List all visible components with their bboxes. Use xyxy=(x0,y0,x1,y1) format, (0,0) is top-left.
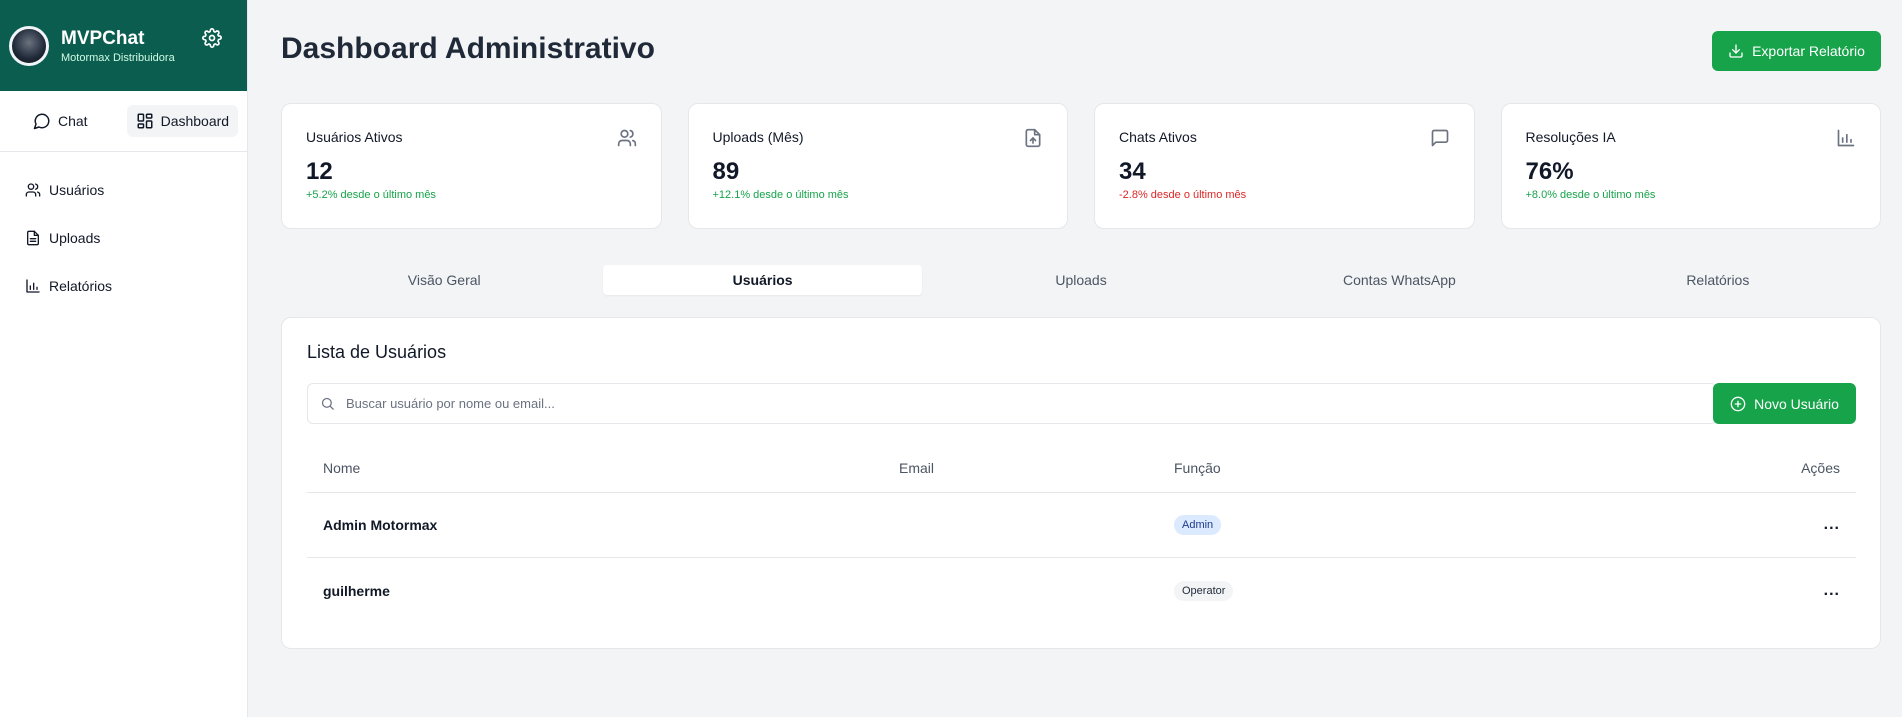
sidebar: MVPChat Motormax Distribuidora Chat Dash… xyxy=(0,0,248,717)
gear-icon xyxy=(202,28,222,48)
sidebar-item-label: Relatórios xyxy=(49,278,113,294)
tab-usuarios[interactable]: Usuários xyxy=(603,265,922,295)
company-name: Motormax Distribuidora xyxy=(61,51,175,64)
users-panel: Lista de Usuários Novo Usuário Nome Emai… xyxy=(281,317,1881,649)
stat-title: Usuários Ativos xyxy=(306,129,403,145)
sidebar-item-label: Usuários xyxy=(49,182,105,198)
table-row[interactable]: guilherme Operator ... xyxy=(307,558,1856,623)
settings-button[interactable] xyxy=(200,26,224,50)
message-square-icon xyxy=(1431,129,1448,147)
sidebar-item-relatorios[interactable]: Relatórios xyxy=(0,262,247,310)
page-title: Dashboard Administrativo xyxy=(281,32,655,65)
tab-visao-geral[interactable]: Visão Geral xyxy=(285,265,603,295)
panel-title: Lista de Usuários xyxy=(307,342,447,362)
stat-value: 76% xyxy=(1525,158,1574,185)
brand-header: MVPChat Motormax Distribuidora xyxy=(0,0,247,91)
search-icon xyxy=(321,397,334,410)
stat-card-active-users: Usuários Ativos 12 +5.2% desde o último … xyxy=(281,103,662,229)
sidebar-item-usuarios[interactable]: Usuários xyxy=(0,166,247,214)
new-user-label: Novo Usuário xyxy=(1754,395,1839,412)
export-report-label: Exportar Relatório xyxy=(1752,43,1865,59)
user-name: Admin Motormax xyxy=(323,517,438,533)
chat-mode-button[interactable]: Chat xyxy=(24,105,97,137)
search-input[interactable] xyxy=(346,396,1686,411)
brand-text: MVPChat Motormax Distribuidora xyxy=(61,28,175,64)
message-circle-icon xyxy=(33,113,50,130)
column-header-actions: Ações xyxy=(1801,459,1840,476)
user-name: guilherme xyxy=(323,582,390,599)
app-title: MVPChat xyxy=(61,27,145,49)
sidebar-item-uploads[interactable]: Uploads xyxy=(0,214,247,262)
table-header: Nome Email Função Ações xyxy=(307,443,1856,493)
column-header-name[interactable]: Nome xyxy=(307,460,899,476)
file-upload-icon xyxy=(1025,128,1041,148)
stat-card-uploads: Uploads (Mês) 89 +12.1% desde o último m… xyxy=(687,103,1068,229)
bar-chart-icon xyxy=(26,279,40,293)
stat-value: 89 xyxy=(712,158,740,185)
role-badge: Admin xyxy=(1174,515,1222,535)
tab-contas-whatsapp[interactable]: Contas WhatsApp xyxy=(1240,265,1558,295)
stat-card-ai-resolutions: Resoluções IA 76% +8.0% desde o último m… xyxy=(1500,103,1881,229)
stat-change: -2.8% desde o último mês xyxy=(1119,189,1247,201)
mode-switcher: Chat Dashboard xyxy=(0,91,247,152)
stat-change: +5.2% desde o último mês xyxy=(306,189,436,201)
users-table: Nome Email Função Ações Admin Motormax A… xyxy=(307,443,1856,623)
column-header-role[interactable]: Função xyxy=(1174,460,1746,476)
dashboard-mode-button[interactable]: Dashboard xyxy=(126,105,239,137)
stat-title: Uploads (Mês) xyxy=(712,129,804,145)
role-badge: Operator xyxy=(1174,580,1234,601)
plus-circle-icon xyxy=(1730,396,1746,411)
new-user-button[interactable]: Novo Usuário xyxy=(1713,383,1856,424)
chat-mode-label: Chat xyxy=(58,113,88,129)
stats-row: Usuários Ativos 12 +5.2% desde o último … xyxy=(281,103,1881,229)
download-icon xyxy=(1729,44,1743,58)
stat-change: +8.0% desde o último mês xyxy=(1525,189,1656,201)
more-actions-button[interactable]: ... xyxy=(1824,582,1840,600)
tab-uploads[interactable]: Uploads xyxy=(922,265,1240,295)
sidebar-item-label: Uploads xyxy=(49,230,101,246)
layout-dashboard-icon xyxy=(137,113,153,129)
tab-relatorios[interactable]: Relatórios xyxy=(1559,265,1877,295)
stat-value: 12 xyxy=(306,158,333,185)
stat-change: +12.1% desde o último mês xyxy=(712,189,849,201)
table-row[interactable]: Admin Motormax Admin ... xyxy=(307,493,1856,558)
dashboard-tabs: Visão Geral Usuários Uploads Contas What… xyxy=(281,262,1881,298)
main-content: Dashboard Administrativo Exportar Relató… xyxy=(249,0,1902,717)
actions-cell: ... xyxy=(1746,516,1856,534)
column-header-email[interactable]: Email xyxy=(899,460,1174,476)
users-icon xyxy=(25,183,41,197)
export-report-button[interactable]: Exportar Relatório xyxy=(1712,31,1881,71)
file-text-icon xyxy=(27,230,39,246)
more-actions-button[interactable]: ... xyxy=(1824,516,1840,534)
role-cell: Admin xyxy=(1174,515,1746,535)
users-icon xyxy=(617,129,636,147)
bar-chart-icon xyxy=(1837,129,1855,147)
stat-card-active-chats: Chats Ativos 34 -2.8% desde o último mês xyxy=(1094,103,1475,229)
role-cell: Operator xyxy=(1174,580,1746,601)
search-box xyxy=(307,383,1717,424)
avatar[interactable] xyxy=(9,25,49,66)
sidebar-nav: Usuários Uploads Relatórios xyxy=(0,152,247,310)
stat-value: 34 xyxy=(1119,158,1146,185)
actions-cell: ... xyxy=(1746,582,1856,600)
stat-title: Resoluções IA xyxy=(1525,129,1616,145)
stat-title: Chats Ativos xyxy=(1119,129,1197,145)
dashboard-mode-label: Dashboard xyxy=(160,113,230,129)
